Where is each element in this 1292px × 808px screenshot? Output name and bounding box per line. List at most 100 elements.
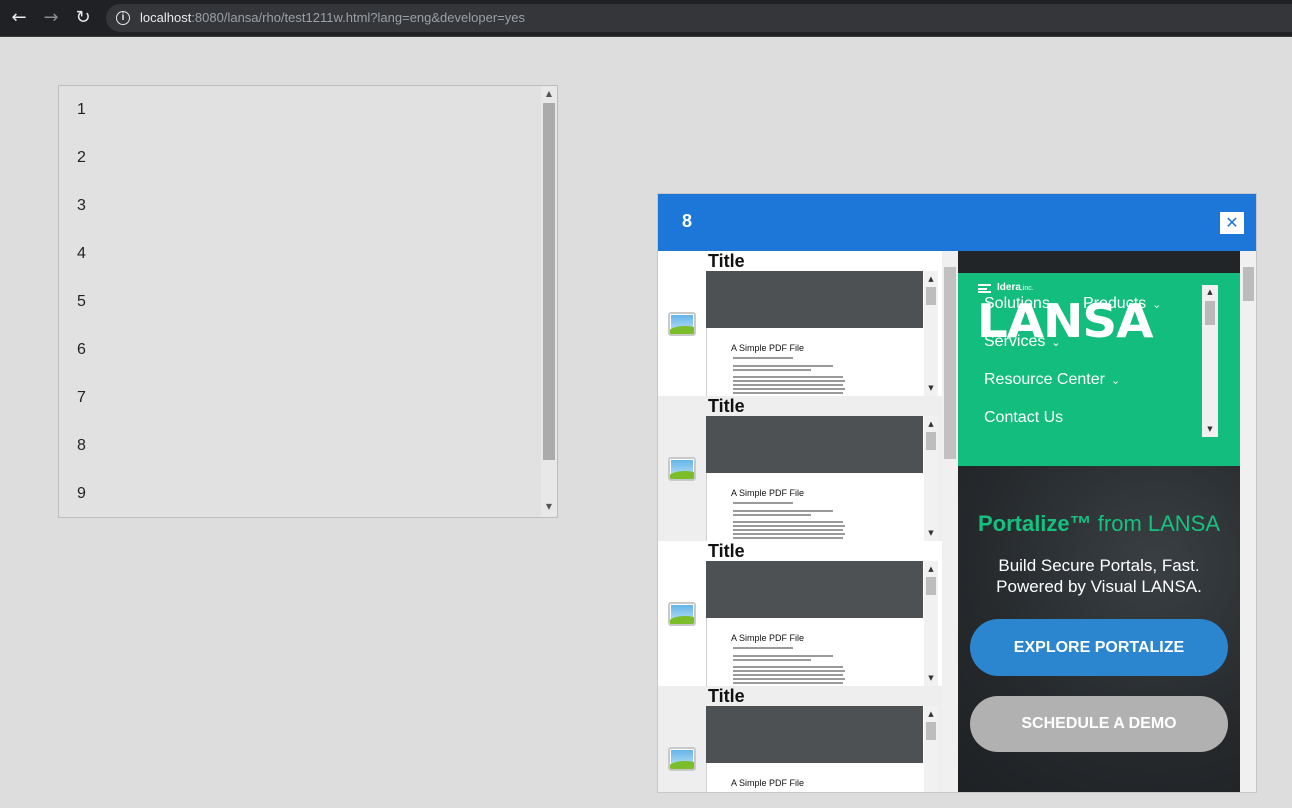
pdf-card[interactable]: TitleA Simple PDF File▲▼ bbox=[658, 251, 942, 396]
hero-section: Portalize™ from LANSA Build Secure Porta… bbox=[958, 466, 1240, 792]
cards-scrollbar[interactable] bbox=[942, 251, 958, 792]
pdf-text-line bbox=[733, 392, 843, 394]
back-arrow-icon[interactable]: ← bbox=[7, 7, 31, 29]
pdf-card[interactable]: TitleA Simple PDF File▲▼ bbox=[658, 686, 942, 792]
list-item[interactable]: 8 bbox=[59, 422, 557, 470]
scrollbar-thumb[interactable] bbox=[926, 577, 936, 595]
embedded-website[interactable]: Idera,inc. Solutions Products ⌄ LANSA ® S… bbox=[958, 251, 1240, 792]
pdf-heading: A Simple PDF File bbox=[731, 633, 805, 643]
detail-dialog: 8 ✕ Title A Simple PDF File ▲ ▼ Title A Simpl… bbox=[657, 193, 1257, 793]
site-top-strip bbox=[958, 251, 1240, 273]
list-item[interactable]: 7 bbox=[59, 374, 557, 422]
pdf-viewer[interactable]: A Simple PDF File▲▼ bbox=[706, 561, 938, 686]
pdf-text-line bbox=[733, 502, 793, 504]
scroll-down-icon[interactable]: ▼ bbox=[924, 382, 938, 394]
pdf-scrollbar[interactable]: ▲▼ bbox=[924, 561, 938, 686]
url-host: localhost bbox=[140, 10, 192, 25]
pdf-card[interactable]: TitleA Simple PDF File▲▼ bbox=[658, 396, 942, 541]
scroll-down-icon[interactable]: ▼ bbox=[924, 672, 938, 684]
scrollbar-thumb[interactable] bbox=[1205, 301, 1215, 325]
list-item[interactable]: 4 bbox=[59, 230, 557, 278]
address-bar[interactable]: i localhost:8080/lansa/rho/test1211w.htm… bbox=[106, 4, 1292, 32]
pdf-text-line bbox=[733, 529, 843, 531]
pdf-text-line bbox=[733, 380, 845, 382]
scroll-down-icon[interactable]: ▼ bbox=[924, 527, 938, 539]
image-icon bbox=[668, 312, 696, 336]
pdf-scrollbar[interactable]: ▲▼ bbox=[924, 416, 938, 541]
pdf-text-line bbox=[733, 376, 843, 378]
scroll-up-icon[interactable]: ▲ bbox=[924, 563, 938, 575]
pdf-text-line bbox=[733, 537, 843, 539]
url-text[interactable]: localhost:8080/lansa/rho/test1211w.html?… bbox=[140, 10, 525, 25]
pdf-heading: A Simple PDF File bbox=[731, 488, 805, 498]
pdf-text-line bbox=[733, 674, 843, 676]
number-list[interactable]: 123456789 ▲ ▼ bbox=[58, 85, 558, 518]
registered-mark: ® bbox=[1118, 331, 1124, 338]
nav-resource-center-label: Resource Center bbox=[984, 371, 1105, 388]
nav-contact-us[interactable]: Contact Us bbox=[984, 409, 1063, 427]
scrollbar-thumb[interactable] bbox=[926, 722, 936, 740]
scroll-up-icon[interactable]: ▲ bbox=[924, 273, 938, 285]
list-item[interactable]: 9 bbox=[59, 470, 557, 517]
pdf-viewer[interactable]: A Simple PDF File▲▼ bbox=[706, 271, 938, 396]
hero-title: Portalize™ from LANSA bbox=[958, 511, 1240, 537]
scrollbar-thumb[interactable] bbox=[926, 287, 936, 305]
dialog-header: 8 ✕ bbox=[658, 194, 1256, 251]
pdf-text-line bbox=[733, 357, 793, 359]
pdf-viewer[interactable]: A Simple PDF File▲▼ bbox=[706, 416, 938, 541]
pdf-page: A Simple PDF File bbox=[706, 328, 923, 396]
pdf-text-line bbox=[733, 514, 811, 516]
list-item[interactable]: 1 bbox=[59, 86, 557, 134]
website-scrollbar[interactable] bbox=[1240, 251, 1256, 792]
scrollbar-thumb[interactable] bbox=[543, 103, 555, 460]
hero-title-product: Portalize™ bbox=[977, 511, 1092, 536]
idera-name: Idera bbox=[997, 282, 1021, 293]
pdf-text-line bbox=[733, 682, 843, 684]
scrollbar-thumb[interactable] bbox=[926, 432, 936, 450]
pdf-text-line bbox=[733, 521, 843, 523]
info-icon[interactable]: i bbox=[116, 11, 130, 25]
chevron-down-icon: ⌄ bbox=[1110, 374, 1121, 387]
pdf-toolbar-area bbox=[706, 561, 923, 618]
hamburger-menu-icon[interactable] bbox=[978, 284, 991, 293]
reload-icon[interactable]: ↻ bbox=[71, 7, 95, 29]
card-title: Title bbox=[708, 396, 745, 416]
image-icon bbox=[668, 457, 696, 481]
nav-resource-center[interactable]: Resource Center ⌄ bbox=[984, 371, 1120, 389]
pdf-heading: A Simple PDF File bbox=[731, 343, 805, 353]
list-item[interactable]: 2 bbox=[59, 134, 557, 182]
nav-scrollbar[interactable]: ▲ ▼ bbox=[1202, 285, 1218, 437]
scroll-up-icon[interactable]: ▲ bbox=[924, 418, 938, 430]
list-item[interactable]: 5 bbox=[59, 278, 557, 326]
pdf-page: A Simple PDF File bbox=[706, 618, 923, 686]
scroll-up-icon[interactable]: ▲ bbox=[541, 87, 557, 101]
scroll-up-icon[interactable]: ▲ bbox=[1202, 286, 1218, 298]
pdf-card-list[interactable]: Title A Simple PDF File ▲ ▼ Title A Simple PD… bbox=[658, 251, 958, 792]
pdf-scrollbar[interactable]: ▲▼ bbox=[924, 271, 938, 396]
scroll-down-icon[interactable]: ▼ bbox=[1202, 423, 1218, 435]
pdf-text-line bbox=[733, 647, 793, 649]
pdf-text-line bbox=[733, 666, 843, 668]
scrollbar-thumb[interactable] bbox=[944, 267, 956, 459]
pdf-scrollbar[interactable]: ▲▼ bbox=[924, 706, 938, 792]
pdf-card[interactable]: TitleA Simple PDF File▲▼ bbox=[658, 541, 942, 686]
pdf-viewer[interactable]: A Simple PDF File▲▼ bbox=[706, 706, 938, 792]
pdf-page: A Simple PDF File bbox=[706, 763, 923, 792]
close-icon[interactable]: ✕ bbox=[1220, 212, 1244, 234]
list-item[interactable]: 6 bbox=[59, 326, 557, 374]
scroll-down-icon[interactable]: ▼ bbox=[541, 500, 557, 514]
pdf-toolbar-area bbox=[706, 416, 923, 473]
scrollbar-thumb[interactable] bbox=[1243, 267, 1254, 301]
explore-portalize-button[interactable]: EXPLORE PORTALIZE bbox=[970, 619, 1228, 676]
forward-arrow-icon[interactable]: → bbox=[39, 7, 63, 29]
pdf-page: A Simple PDF File bbox=[706, 473, 923, 541]
list-scrollbar[interactable]: ▲ ▼ bbox=[541, 86, 557, 517]
schedule-demo-button[interactable]: SCHEDULE A DEMO bbox=[970, 696, 1228, 752]
idera-brand: Idera,inc. bbox=[997, 282, 1034, 293]
list-item[interactable]: 3 bbox=[59, 182, 557, 230]
pdf-text-line bbox=[733, 510, 833, 512]
scroll-up-icon[interactable]: ▲ bbox=[924, 708, 938, 720]
pdf-toolbar-area bbox=[706, 706, 923, 763]
nav-services[interactable]: Services ⌄ bbox=[984, 333, 1061, 351]
nav-services-label: Services bbox=[984, 333, 1046, 350]
